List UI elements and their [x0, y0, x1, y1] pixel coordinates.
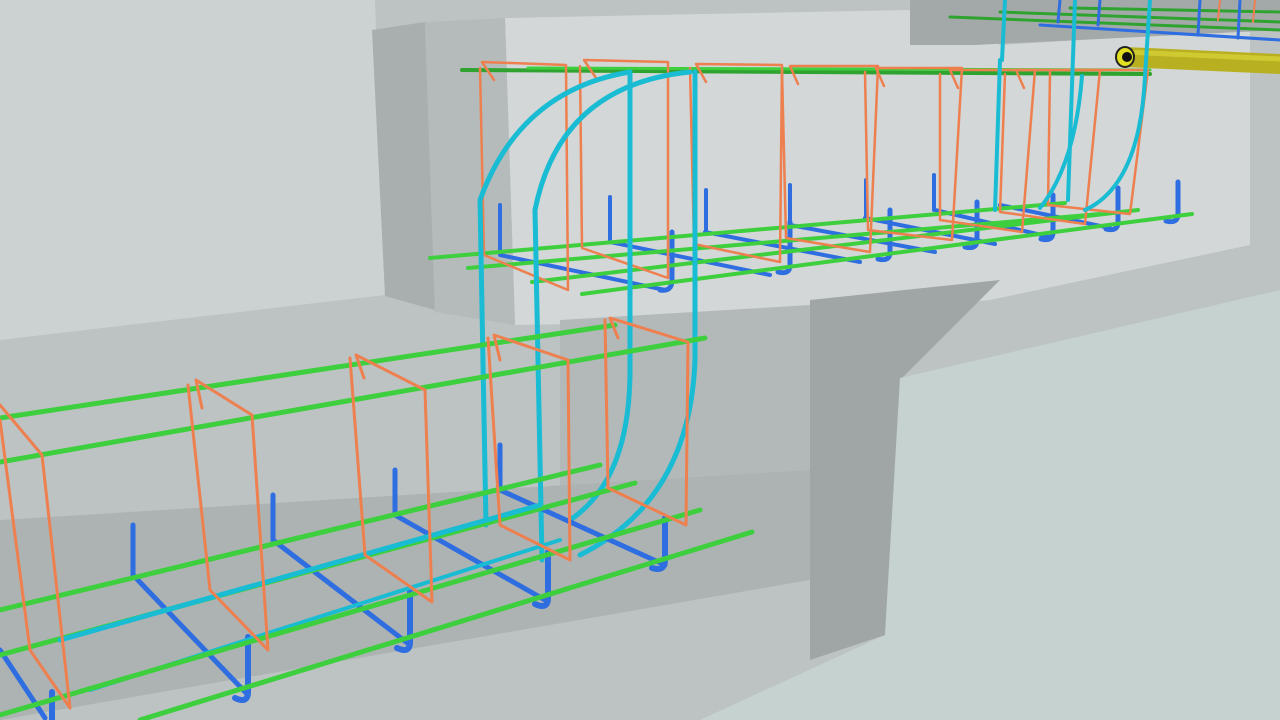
rebar-scene-canvas[interactable] [0, 0, 1280, 720]
3d-model-viewport[interactable] [0, 0, 1280, 720]
left-recess-panel [0, 0, 385, 340]
concrete-geometry [0, 0, 1280, 720]
pipe-hole [1122, 52, 1132, 62]
upper-opening-edge [425, 18, 515, 325]
